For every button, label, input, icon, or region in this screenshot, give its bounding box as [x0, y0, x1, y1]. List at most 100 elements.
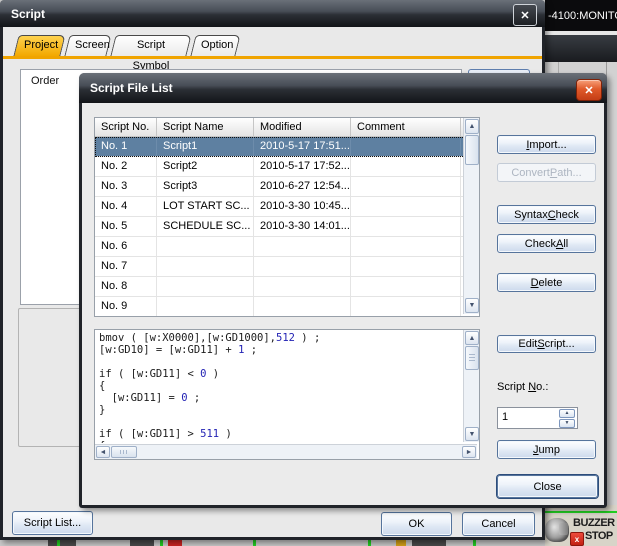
background-fragment — [130, 540, 154, 546]
edit-script-button[interactable]: Edit Script... — [497, 335, 596, 353]
dialog-close-button[interactable]: ✕ — [576, 79, 602, 101]
check-all-button[interactable]: Check All — [497, 234, 596, 253]
buzzer-panel: x BUZZER STOP — [545, 505, 617, 546]
background-fragment — [396, 540, 406, 546]
close-button[interactable]: Close — [497, 475, 598, 498]
scrollbar-thumb[interactable] — [111, 446, 137, 458]
tab-script-symbol[interactable]: Script Symbol — [113, 35, 189, 56]
table-cell — [351, 237, 461, 256]
convert-path-button[interactable]: Convert Path... — [497, 163, 596, 182]
arrow-up-icon: ▲ — [469, 123, 476, 130]
code-line — [99, 416, 459, 428]
buzzer-stop-label: STOP — [585, 530, 613, 542]
scroll-right-button[interactable]: ► — [462, 446, 476, 458]
code-horizontal-scrollbar[interactable]: ◄ ► — [95, 444, 477, 459]
order-column-header: Order — [31, 75, 59, 87]
background-app-title: -4100:MONITO — [548, 10, 617, 22]
code-line: } — [99, 404, 459, 416]
syntax-check-button[interactable]: Syntax Check — [497, 205, 596, 224]
scroll-down-button[interactable]: ▼ — [465, 427, 479, 441]
script-file-list-dialog: Script File List ✕ Script No. Script Nam… — [79, 73, 607, 508]
background-fragment — [473, 540, 476, 546]
table-row[interactable]: No. 8 — [95, 277, 479, 297]
scroll-up-button[interactable]: ▲ — [465, 119, 479, 134]
code-line: if ( [w:GD11] < 0 ) — [99, 368, 459, 380]
scroll-left-button[interactable]: ◄ — [96, 446, 110, 458]
table-cell — [351, 297, 461, 316]
table-row[interactable]: No. 6 — [95, 237, 479, 257]
table-cell — [254, 277, 351, 296]
table-cell: Script2 — [157, 157, 254, 176]
table-cell — [351, 277, 461, 296]
column-header-script-no[interactable]: Script No. — [95, 118, 157, 136]
code-vertical-scrollbar[interactable]: ▲ ▼ — [463, 330, 479, 442]
dialog-title: Script File List — [79, 81, 173, 95]
table-cell: 2010-6-27 12:54... — [254, 177, 351, 196]
table-cell — [157, 277, 254, 296]
table-cell: No. 6 — [95, 237, 157, 256]
table-cell: SCHEDULE SC... — [157, 217, 254, 236]
tab-project[interactable]: Project — [16, 35, 63, 56]
background-fragment — [368, 540, 371, 546]
background-toolbar-band — [545, 35, 617, 62]
buzzer-label: BUZZER — [573, 517, 615, 529]
table-cell — [351, 197, 461, 216]
script-no-spinner: ▲ ▼ — [497, 407, 578, 429]
jump-button[interactable]: Jump — [497, 440, 596, 459]
table-row[interactable]: No. 4LOT START SC...2010-3-30 10:45... — [95, 197, 479, 217]
thumb-grip — [120, 450, 127, 454]
table-cell — [157, 257, 254, 276]
scroll-down-button[interactable]: ▼ — [465, 298, 479, 313]
tab-label: Project — [16, 35, 63, 56]
script-list-button[interactable]: Script List... — [12, 511, 93, 535]
code-editor[interactable]: bmov ( [w:X0000],[w:GD1000],512 ) ;[w:GD… — [99, 332, 459, 443]
arrow-down-icon: ▼ — [469, 431, 476, 438]
spin-down-button[interactable]: ▼ — [559, 419, 575, 428]
window-close-button[interactable]: ✕ — [513, 4, 537, 26]
table-cell: No. 7 — [95, 257, 157, 276]
spin-up-button[interactable]: ▲ — [559, 409, 575, 418]
table-row[interactable]: No. 5SCHEDULE SC...2010-3-30 14:01... — [95, 217, 479, 237]
script-no-input[interactable] — [500, 409, 554, 425]
table-scrollbar[interactable]: ▲ ▼ — [463, 118, 479, 314]
table-row[interactable]: No. 7 — [95, 257, 479, 277]
close-icon: ✕ — [520, 9, 529, 22]
background-fragment — [57, 540, 60, 546]
scrollbar-thumb[interactable] — [465, 346, 479, 370]
table-cell: No. 9 — [95, 297, 157, 316]
table-cell — [157, 237, 254, 256]
table-row[interactable]: No. 3Script32010-6-27 12:54... — [95, 177, 479, 197]
code-line: { — [99, 380, 459, 392]
table-row[interactable]: No. 1Script12010-5-17 17:51... — [95, 137, 479, 157]
tab-option[interactable]: Option — [193, 35, 238, 56]
table-cell: 2010-3-30 10:45... — [254, 197, 351, 216]
delete-button[interactable]: Delete — [497, 273, 596, 292]
column-header-modified[interactable]: Modified — [254, 118, 351, 136]
table-row[interactable]: No. 2Script22010-5-17 17:52... — [95, 157, 479, 177]
scroll-up-button[interactable]: ▲ — [465, 331, 479, 345]
code-line: [w:GD11] = 0 ; — [99, 392, 459, 404]
code-preview[interactable]: bmov ( [w:X0000],[w:GD1000],512 ) ;[w:GD… — [94, 329, 480, 460]
column-header-comment[interactable]: Comment — [351, 118, 461, 136]
dialog-titlebar: Script File List — [79, 73, 607, 103]
arrow-down-icon: ▼ — [565, 421, 570, 426]
background-fragment — [412, 540, 446, 546]
script-window-titlebar: Script — [0, 0, 545, 27]
buzzer-horn-icon — [559, 523, 568, 535]
table-cell: No. 1 — [95, 137, 157, 156]
table-cell — [351, 157, 461, 176]
import-button[interactable]: Import... — [497, 135, 596, 154]
table-cell — [254, 297, 351, 316]
table-cell: Script1 — [157, 137, 254, 156]
code-line: [w:GD10] = [w:GD11] + 1 ; — [99, 344, 459, 356]
ok-button[interactable]: OK — [381, 512, 452, 536]
table-cell — [351, 257, 461, 276]
column-header-script-name[interactable]: Script Name — [157, 118, 254, 136]
table-cell — [254, 237, 351, 256]
cancel-button[interactable]: Cancel — [462, 512, 535, 536]
tab-screen[interactable]: Screen — [67, 35, 109, 56]
scrollbar-thumb[interactable] — [465, 135, 479, 165]
background-fragment — [160, 540, 163, 546]
table-row[interactable]: No. 9 — [95, 297, 479, 317]
table-cell — [351, 137, 461, 156]
